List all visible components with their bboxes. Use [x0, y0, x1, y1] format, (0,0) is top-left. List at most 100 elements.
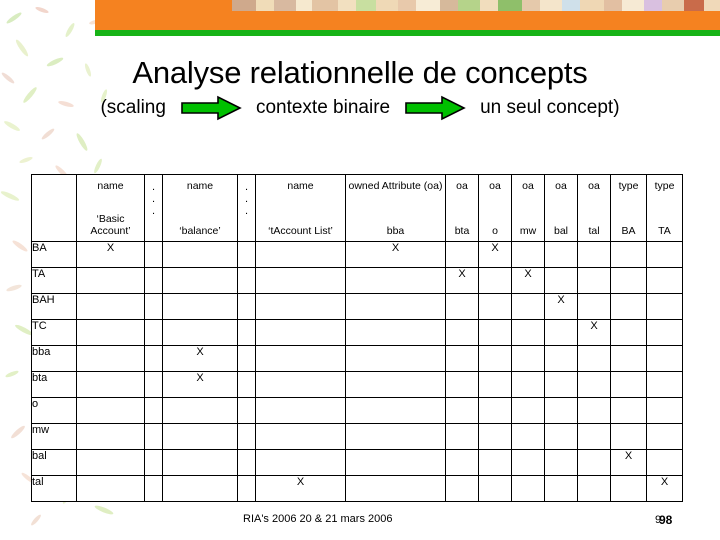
matrix-cell[interactable]: [345, 423, 446, 450]
matrix-cell[interactable]: [544, 475, 578, 502]
matrix-cell[interactable]: [544, 449, 578, 476]
matrix-cell[interactable]: [478, 345, 512, 372]
matrix-cell[interactable]: [345, 267, 446, 294]
matrix-cell[interactable]: [610, 345, 647, 372]
matrix-cell[interactable]: [646, 397, 683, 424]
matrix-cell[interactable]: [76, 319, 145, 346]
matrix-cell[interactable]: [237, 293, 256, 320]
matrix-cell[interactable]: [478, 397, 512, 424]
matrix-cell[interactable]: [610, 475, 647, 502]
matrix-cell[interactable]: [610, 241, 647, 268]
matrix-cell[interactable]: [345, 475, 446, 502]
matrix-cell[interactable]: [345, 293, 446, 320]
matrix-cell[interactable]: [577, 475, 611, 502]
matrix-cell[interactable]: [511, 449, 545, 476]
matrix-cell[interactable]: [255, 345, 346, 372]
matrix-cell[interactable]: [237, 345, 256, 372]
matrix-cell[interactable]: [577, 241, 611, 268]
matrix-cell[interactable]: [610, 397, 647, 424]
matrix-cell[interactable]: [144, 319, 163, 346]
matrix-cell[interactable]: [511, 397, 545, 424]
matrix-cell[interactable]: [144, 241, 163, 268]
matrix-cell[interactable]: [144, 371, 163, 398]
matrix-cell[interactable]: [646, 319, 683, 346]
matrix-cell[interactable]: [511, 319, 545, 346]
matrix-cell[interactable]: [646, 371, 683, 398]
matrix-cell[interactable]: [445, 475, 479, 502]
matrix-cell[interactable]: [646, 241, 683, 268]
matrix-cell[interactable]: [76, 449, 145, 476]
matrix-cell[interactable]: [76, 423, 145, 450]
matrix-cell[interactable]: [544, 319, 578, 346]
matrix-cell[interactable]: [445, 397, 479, 424]
matrix-cell[interactable]: [255, 241, 346, 268]
matrix-cell[interactable]: [577, 345, 611, 372]
matrix-cell[interactable]: X: [646, 475, 683, 502]
matrix-cell[interactable]: [544, 371, 578, 398]
matrix-cell[interactable]: [237, 267, 256, 294]
matrix-cell[interactable]: [255, 319, 346, 346]
matrix-cell[interactable]: [646, 345, 683, 372]
matrix-cell[interactable]: [445, 319, 479, 346]
matrix-cell[interactable]: [162, 449, 238, 476]
matrix-cell[interactable]: [544, 397, 578, 424]
matrix-cell[interactable]: [255, 371, 346, 398]
matrix-cell[interactable]: [646, 449, 683, 476]
matrix-cell[interactable]: [144, 423, 163, 450]
matrix-cell[interactable]: [646, 267, 683, 294]
matrix-cell[interactable]: X: [544, 293, 578, 320]
matrix-cell[interactable]: [646, 293, 683, 320]
matrix-cell[interactable]: [577, 293, 611, 320]
matrix-cell[interactable]: [345, 449, 446, 476]
matrix-cell[interactable]: [511, 345, 545, 372]
matrix-cell[interactable]: [162, 293, 238, 320]
matrix-cell[interactable]: [237, 319, 256, 346]
matrix-cell[interactable]: [610, 293, 647, 320]
matrix-cell[interactable]: [345, 345, 446, 372]
matrix-cell[interactable]: [577, 371, 611, 398]
matrix-cell[interactable]: X: [345, 241, 446, 268]
matrix-cell[interactable]: [478, 423, 512, 450]
matrix-cell[interactable]: [544, 241, 578, 268]
matrix-cell[interactable]: [162, 423, 238, 450]
matrix-cell[interactable]: [610, 371, 647, 398]
matrix-cell[interactable]: [237, 475, 256, 502]
matrix-cell[interactable]: [544, 267, 578, 294]
matrix-cell[interactable]: [144, 267, 163, 294]
matrix-cell[interactable]: [237, 371, 256, 398]
matrix-cell[interactable]: [577, 397, 611, 424]
matrix-cell-highlighted[interactable]: X: [162, 371, 238, 398]
matrix-cell[interactable]: X: [478, 241, 512, 268]
matrix-cell[interactable]: [610, 319, 647, 346]
matrix-cell[interactable]: [345, 371, 446, 398]
matrix-cell[interactable]: [445, 423, 479, 450]
matrix-cell[interactable]: [478, 293, 512, 320]
matrix-cell[interactable]: [76, 397, 145, 424]
matrix-cell[interactable]: [511, 371, 545, 398]
matrix-cell[interactable]: [345, 319, 446, 346]
matrix-cell[interactable]: [610, 267, 647, 294]
matrix-cell[interactable]: [445, 449, 479, 476]
matrix-cell[interactable]: [445, 293, 479, 320]
matrix-cell[interactable]: [646, 423, 683, 450]
matrix-cell[interactable]: [577, 267, 611, 294]
matrix-cell[interactable]: [445, 241, 479, 268]
matrix-cell[interactable]: [76, 267, 145, 294]
matrix-cell[interactable]: [577, 423, 611, 450]
matrix-cell[interactable]: [610, 423, 647, 450]
matrix-cell[interactable]: [255, 423, 346, 450]
matrix-cell[interactable]: [445, 345, 479, 372]
matrix-cell[interactable]: [255, 267, 346, 294]
matrix-cell[interactable]: [76, 371, 145, 398]
matrix-cell[interactable]: [144, 397, 163, 424]
matrix-cell[interactable]: X: [445, 267, 479, 294]
matrix-cell[interactable]: [511, 475, 545, 502]
matrix-cell[interactable]: [162, 319, 238, 346]
matrix-cell[interactable]: X: [76, 241, 145, 268]
matrix-cell[interactable]: X: [610, 449, 647, 476]
matrix-cell[interactable]: [255, 397, 346, 424]
matrix-cell[interactable]: [511, 423, 545, 450]
matrix-cell[interactable]: [76, 293, 145, 320]
matrix-cell[interactable]: [237, 397, 256, 424]
matrix-cell[interactable]: [76, 345, 145, 372]
